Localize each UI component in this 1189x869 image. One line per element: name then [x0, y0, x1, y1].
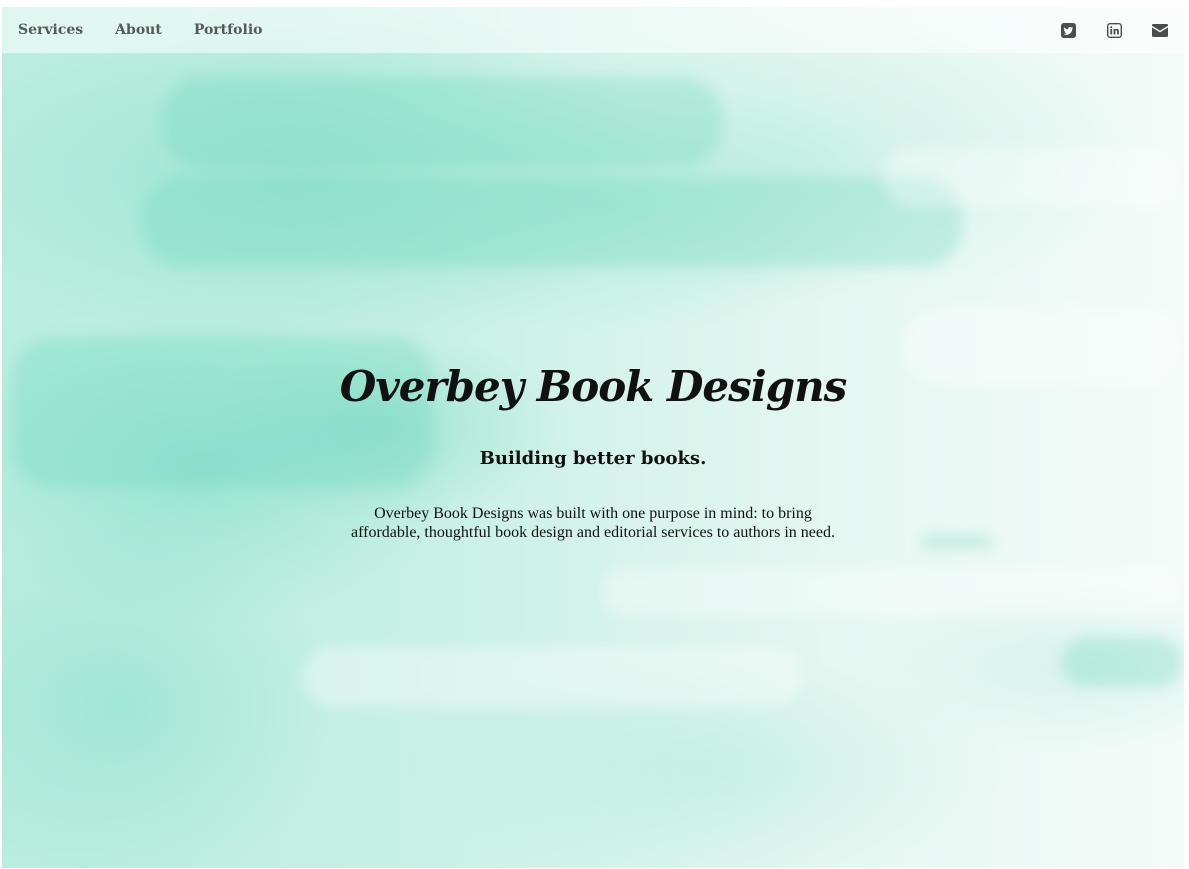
- top-navbar: Services About Portfolio: [2, 7, 1184, 53]
- nav-link-about[interactable]: About: [115, 22, 162, 38]
- hero-section: Overbey Book Designs Building better boo…: [2, 7, 1184, 868]
- social-links: [1060, 22, 1168, 38]
- intro-paragraph: Overbey Book Designs was built with one …: [322, 504, 864, 542]
- linkedin-icon[interactable]: [1106, 22, 1122, 38]
- intro-line-1: Overbey Book Designs was built with one …: [374, 505, 812, 522]
- intro-line-2: affordable, thoughtful book design and e…: [350, 524, 836, 541]
- tagline: Building better books.: [479, 448, 707, 469]
- nav-link-portfolio[interactable]: Portfolio: [194, 22, 263, 38]
- nav-links: Services About Portfolio: [18, 22, 294, 38]
- envelope-icon[interactable]: [1152, 22, 1168, 38]
- page-frame: Overbey Book Designs Building better boo…: [2, 7, 1184, 868]
- twitter-icon[interactable]: [1060, 22, 1076, 38]
- nav-link-services[interactable]: Services: [18, 22, 83, 38]
- site-title: Overbey Book Designs: [339, 362, 848, 411]
